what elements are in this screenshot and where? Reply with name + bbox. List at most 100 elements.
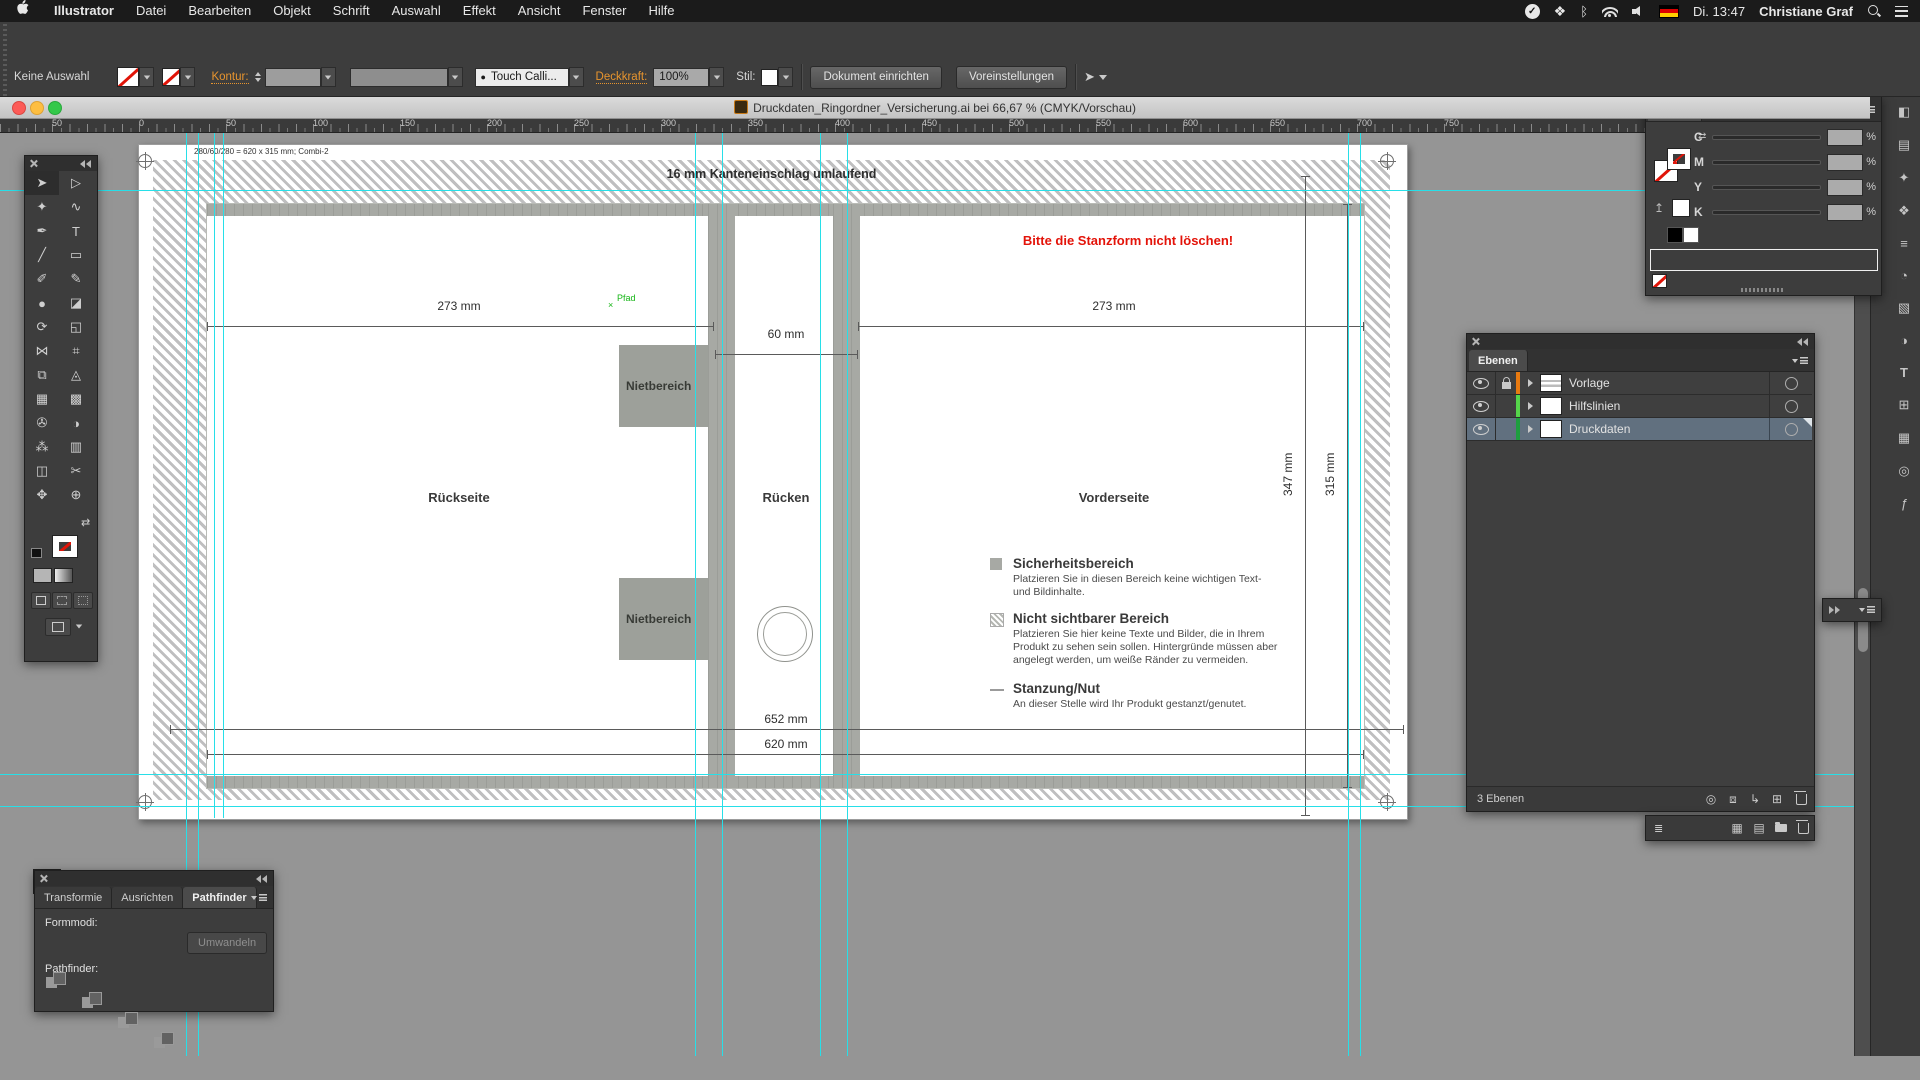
close-icon[interactable] <box>1471 337 1480 346</box>
dock-type-panel-icon[interactable]: T <box>1900 365 1908 380</box>
last-color-swatch[interactable] <box>1672 199 1690 217</box>
dock-transform-panel-icon[interactable]: ▦ <box>1898 430 1910 446</box>
channel-value-field[interactable] <box>1827 179 1863 196</box>
menu-bar-clock[interactable]: Di. 13:47 <box>1693 4 1745 19</box>
menu-illustrator[interactable]: Illustrator <box>43 0 125 22</box>
panel-drag-dots[interactable] <box>1741 288 1785 292</box>
stroke-weight-field[interactable] <box>265 68 321 87</box>
perspective-grid-tool[interactable]: ◬ <box>59 363 93 387</box>
tools-panel-header[interactable] <box>25 156 97 171</box>
menu-auswahl[interactable]: Auswahl <box>381 0 452 22</box>
guide-vertical[interactable] <box>223 132 224 818</box>
free-transform-tool[interactable]: ⌗ <box>59 339 93 363</box>
menu-ansicht[interactable]: Ansicht <box>507 0 572 22</box>
intersect-button[interactable] <box>115 1011 143 1031</box>
collapse-icon[interactable] <box>1797 338 1809 346</box>
guide-vertical[interactable] <box>1348 132 1349 1056</box>
minus-front-button[interactable] <box>79 991 107 1011</box>
preferences-button[interactable]: Voreinstellungen <box>956 66 1067 89</box>
selection-options-arrow[interactable] <box>1099 75 1107 80</box>
horizontal-ruler[interactable]: 50 0 50 100 150 200 250 300 350 400 450 … <box>0 118 1870 133</box>
artboard-tool[interactable]: ◫ <box>25 459 59 483</box>
draw-behind-button[interactable] <box>52 592 72 609</box>
fill-color-arrow[interactable] <box>139 67 154 87</box>
layer-row-druckdaten[interactable]: Druckdaten <box>1467 418 1812 441</box>
visibility-toggle[interactable] <box>1467 372 1496 394</box>
guide-vertical[interactable] <box>695 132 696 1056</box>
color-spectrum-bar[interactable] <box>1650 249 1878 271</box>
lock-toggle[interactable] <box>1496 418 1516 440</box>
pencil-tool[interactable]: ✎ <box>59 267 93 291</box>
delete-layer-icon[interactable] <box>1796 794 1807 805</box>
draw-normal-button[interactable] <box>31 592 51 609</box>
visibility-toggle[interactable] <box>1467 395 1496 417</box>
artboard[interactable]: 280/60/280 = 620 x 315 mm; Combi-2 16 mm… <box>138 144 1408 820</box>
tab-ausrichten[interactable]: Ausrichten <box>112 887 183 908</box>
channel-slider[interactable] <box>1712 160 1821 165</box>
guide-vertical[interactable] <box>847 132 848 1056</box>
mesh-tool[interactable]: ▦ <box>25 387 59 411</box>
dock-info-panel-icon[interactable]: ƒ <box>1900 496 1907 511</box>
menu-schrift[interactable]: Schrift <box>322 0 381 22</box>
direct-selection-tool[interactable]: ▷ <box>59 171 93 195</box>
toolbar-stroke-swatch[interactable] <box>53 536 77 557</box>
color-panel-stroke-swatch[interactable] <box>1668 149 1690 169</box>
apple-menu[interactable] <box>0 0 43 22</box>
draw-inside-button[interactable] <box>73 592 93 609</box>
menu-objekt[interactable]: Objekt <box>262 0 322 22</box>
exclude-button[interactable] <box>151 1031 179 1051</box>
dropbox-icon[interactable]: ❖ <box>1554 3 1567 20</box>
channel-value-field[interactable] <box>1827 154 1863 171</box>
lock-toggle[interactable] <box>1496 372 1516 394</box>
brush-definition-arrow[interactable] <box>569 67 584 87</box>
list-view-icon[interactable]: ▤ <box>1748 821 1770 835</box>
app-bar-grip[interactable] <box>0 22 10 96</box>
column-graph-tool[interactable]: ▥ <box>59 435 93 459</box>
panel-resize-grip[interactable] <box>1866 282 1880 294</box>
clipping-mask-icon[interactable]: ⧈ <box>1722 792 1744 807</box>
new-sublayer-icon[interactable]: ↳ <box>1744 792 1766 806</box>
slice-tool[interactable]: ✂ <box>59 459 93 483</box>
layer-name[interactable]: Druckdaten <box>1569 422 1630 436</box>
rectangle-tool[interactable]: ▭ <box>59 243 93 267</box>
dock-brushes-panel-icon[interactable]: ✦ <box>1899 170 1910 186</box>
channel-slider[interactable] <box>1712 210 1821 215</box>
symbol-sprayer-tool[interactable]: ⁂ <box>25 435 59 459</box>
layer-name[interactable]: Vorlage <box>1569 376 1610 390</box>
color-mode-button[interactable] <box>33 568 52 583</box>
type-tool[interactable]: T <box>59 219 93 243</box>
opacity-field[interactable]: 100% <box>653 68 709 87</box>
dock-gradient-panel-icon[interactable]: ◔ <box>1900 268 1908 283</box>
panel-menu-icon[interactable] <box>1859 605 1875 615</box>
screen-mode-button[interactable] <box>45 618 71 636</box>
paintbrush-tool[interactable]: ✐ <box>25 267 59 291</box>
dock-stroke-panel-icon[interactable]: ≡ <box>1900 236 1908 251</box>
document-setup-button[interactable]: Dokument einrichten <box>810 66 941 89</box>
channel-slider[interactable] <box>1712 135 1821 140</box>
opacity-arrow[interactable] <box>709 67 724 87</box>
dock-align-panel-icon[interactable]: ⊞ <box>1899 397 1910 413</box>
menu-bearbeiten[interactable]: Bearbeiten <box>177 0 262 22</box>
spotlight-icon[interactable] <box>1867 4 1881 18</box>
panel-menu-icon[interactable] <box>251 893 267 903</box>
guide-horizontal[interactable] <box>0 190 1870 191</box>
guide-vertical[interactable] <box>1360 132 1361 1056</box>
menu-bar-user[interactable]: Christiane Graf <box>1759 4 1853 19</box>
width-tool[interactable]: ⋈ <box>25 339 59 363</box>
screen-mode-arrow[interactable] <box>76 625 82 629</box>
locate-object-icon[interactable]: ◎ <box>1700 792 1722 806</box>
scale-tool[interactable]: ◱ <box>59 315 93 339</box>
brush-definition-field[interactable]: ● Touch Calli... <box>475 68 569 87</box>
status-check-icon[interactable]: ✓ <box>1525 4 1540 19</box>
guide-vertical[interactable] <box>214 132 215 818</box>
layer-thumbnail[interactable] <box>1540 420 1562 438</box>
expand-icon[interactable] <box>1829 606 1841 614</box>
expand-button[interactable]: Umwandeln <box>187 932 267 954</box>
delete-icon[interactable] <box>1798 823 1809 834</box>
none-swatch[interactable] <box>1652 274 1667 288</box>
wifi-icon[interactable] <box>1602 6 1618 17</box>
target-circle[interactable] <box>1785 400 1798 413</box>
lasso-tool[interactable]: ∿ <box>59 195 93 219</box>
stroke-weight-label[interactable]: Kontur: <box>211 71 248 84</box>
default-fill-stroke-icon[interactable] <box>31 548 42 558</box>
